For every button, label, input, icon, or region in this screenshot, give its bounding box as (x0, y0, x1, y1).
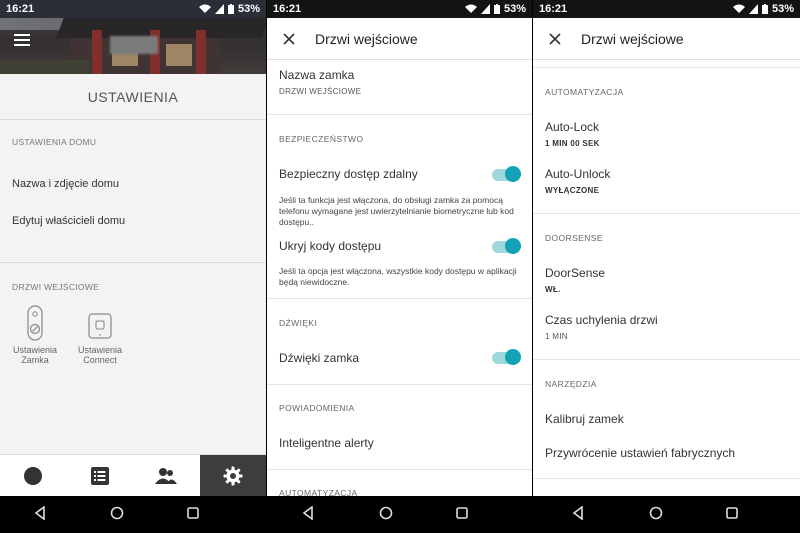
connect-settings-button[interactable]: Ustawienia Connect (70, 305, 130, 365)
menu-icon[interactable] (14, 34, 30, 46)
lock-settings-label-1: Ustawienia (12, 345, 58, 355)
home-button-icon[interactable] (379, 506, 393, 520)
connect-settings-label-1: Ustawienia (77, 345, 123, 355)
divider (267, 114, 532, 115)
battery-level: 53% (237, 3, 260, 15)
section-header-tools: NARZĘDZIA (545, 379, 597, 389)
status-time: 16:21 (6, 3, 35, 15)
battery-icon (227, 4, 234, 14)
system-navigation-bar (0, 496, 800, 533)
divider (0, 262, 266, 263)
app-bar: Drzwi wejściowe (267, 18, 532, 60)
auto-lock-value: 1 MIN 00 SEK (545, 139, 600, 148)
factory-reset-item[interactable]: Przywrócenie ustawień fabrycznych (545, 446, 735, 460)
divider (533, 213, 800, 214)
doorsense-item[interactable]: DoorSense (545, 266, 605, 280)
edit-home-owners-item[interactable]: Edytuj właścicieli domu (12, 215, 125, 227)
lock-settings-label-2: Zamka (21, 355, 49, 365)
back-icon[interactable] (34, 506, 46, 520)
home-name-photo-item[interactable]: Nazwa i zdjęcie domu (12, 178, 119, 190)
section-header-automation: AUTOMATYZACJA (545, 87, 624, 97)
auto-unlock-item[interactable]: Auto-Unlock (545, 167, 610, 181)
connect-device-icon (88, 313, 112, 339)
gear-icon (223, 466, 243, 485)
divider (533, 359, 800, 360)
back-icon[interactable] (302, 506, 314, 520)
lock-settings-screen-scrolled: 16:21 53% Drzwi wejściowe AUTOMATYZACJA … (533, 0, 800, 496)
battery-level: 53% (771, 3, 794, 15)
hide-codes-description: Jeśli ta opcja jest włączona, wszystkie … (279, 266, 517, 287)
remote-access-description: Jeśli ta funkcja jest włączona, do obsłu… (279, 195, 514, 227)
recents-icon[interactable] (726, 506, 738, 520)
status-bar: 16:21 53% (533, 0, 800, 18)
home-icon (24, 466, 43, 485)
list-icon (90, 466, 109, 485)
remote-access-label: Bezpieczny dostęp zdalny (279, 167, 418, 181)
nav-guests[interactable] (133, 455, 200, 496)
section-header-automation: AUTOMATYZACJA (279, 488, 358, 496)
divider (533, 478, 800, 479)
status-bar: 16:21 53% (267, 0, 532, 18)
back-icon[interactable] (572, 506, 584, 520)
signal-icon (748, 4, 758, 14)
divider (533, 67, 800, 68)
lock-name-value: DRZWI WEJŚCIOWE (279, 87, 362, 96)
section-header-security: BEZPIECZEŃSTWO (279, 134, 364, 144)
screen-title: Drzwi wejściowe (581, 30, 684, 47)
status-time: 16:21 (273, 3, 302, 15)
smart-alerts-item[interactable]: Inteligentne alerty (279, 436, 374, 450)
status-time: 16:21 (539, 3, 568, 15)
close-button[interactable] (535, 32, 575, 45)
nav-activity[interactable] (67, 455, 134, 496)
connect-settings-label-2: Connect (83, 355, 117, 365)
section-header-doorsense: DOORSENSE (545, 233, 603, 243)
wifi-icon (732, 4, 745, 13)
close-icon (283, 32, 295, 45)
close-icon (549, 32, 561, 45)
signal-icon (480, 4, 490, 14)
lock-device-icon (27, 305, 43, 341)
divider (267, 298, 532, 299)
hide-codes-label: Ukryj kody dostępu (279, 239, 382, 253)
recents-icon[interactable] (187, 506, 199, 520)
section-header-notifications: POWIADOMIENIA (279, 403, 355, 413)
ajar-time-value: 1 MIN (545, 332, 568, 341)
signal-icon (214, 4, 224, 14)
users-icon (155, 467, 178, 484)
lock-name-label[interactable]: Nazwa zamka (279, 68, 354, 82)
lock-sounds-toggle[interactable] (492, 349, 521, 365)
doorsense-value: WŁ. (545, 285, 561, 294)
recents-icon[interactable] (456, 506, 468, 520)
section-label-door: DRZWI WEJŚCIOWE (12, 282, 100, 292)
home-button-icon[interactable] (110, 506, 124, 520)
settings-screen: 16:21 53% USTAWIENIA USTAWIENIA DOMU Naz… (0, 0, 266, 496)
home-button-icon[interactable] (649, 506, 663, 520)
divider (267, 469, 532, 470)
wifi-icon (464, 4, 477, 13)
auto-unlock-value: WYŁĄCZONE (545, 186, 600, 195)
section-label-home: USTAWIENIA DOMU (12, 137, 97, 147)
remote-access-toggle[interactable] (492, 166, 521, 182)
close-button[interactable] (269, 32, 309, 45)
bottom-navigation (0, 454, 266, 496)
nav-settings[interactable] (199, 455, 266, 496)
auto-lock-item[interactable]: Auto-Lock (545, 120, 599, 134)
lock-sounds-label: Dźwięki zamka (279, 351, 360, 365)
wifi-icon (198, 4, 211, 13)
lock-settings-screen: 16:21 53% Drzwi wejściowe Nazwa zamka DR… (267, 0, 532, 496)
calibrate-lock-item[interactable]: Kalibruj zamek (545, 412, 624, 426)
app-bar: Drzwi wejściowe (533, 18, 800, 60)
section-header-sounds: DŹWIĘKI (279, 318, 318, 328)
status-bar: 16:21 53% (0, 0, 266, 18)
lock-settings-button[interactable]: Ustawienia Zamka (5, 305, 65, 365)
divider (267, 384, 532, 385)
hide-codes-toggle[interactable] (492, 238, 521, 254)
battery-icon (493, 4, 500, 14)
screen-title: Drzwi wejściowe (315, 30, 418, 47)
page-title: USTAWIENIA (0, 74, 266, 120)
nav-home[interactable] (0, 455, 67, 496)
ajar-time-item[interactable]: Czas uchylenia drzwi (545, 313, 658, 327)
battery-icon (761, 4, 768, 14)
battery-level: 53% (503, 3, 526, 15)
